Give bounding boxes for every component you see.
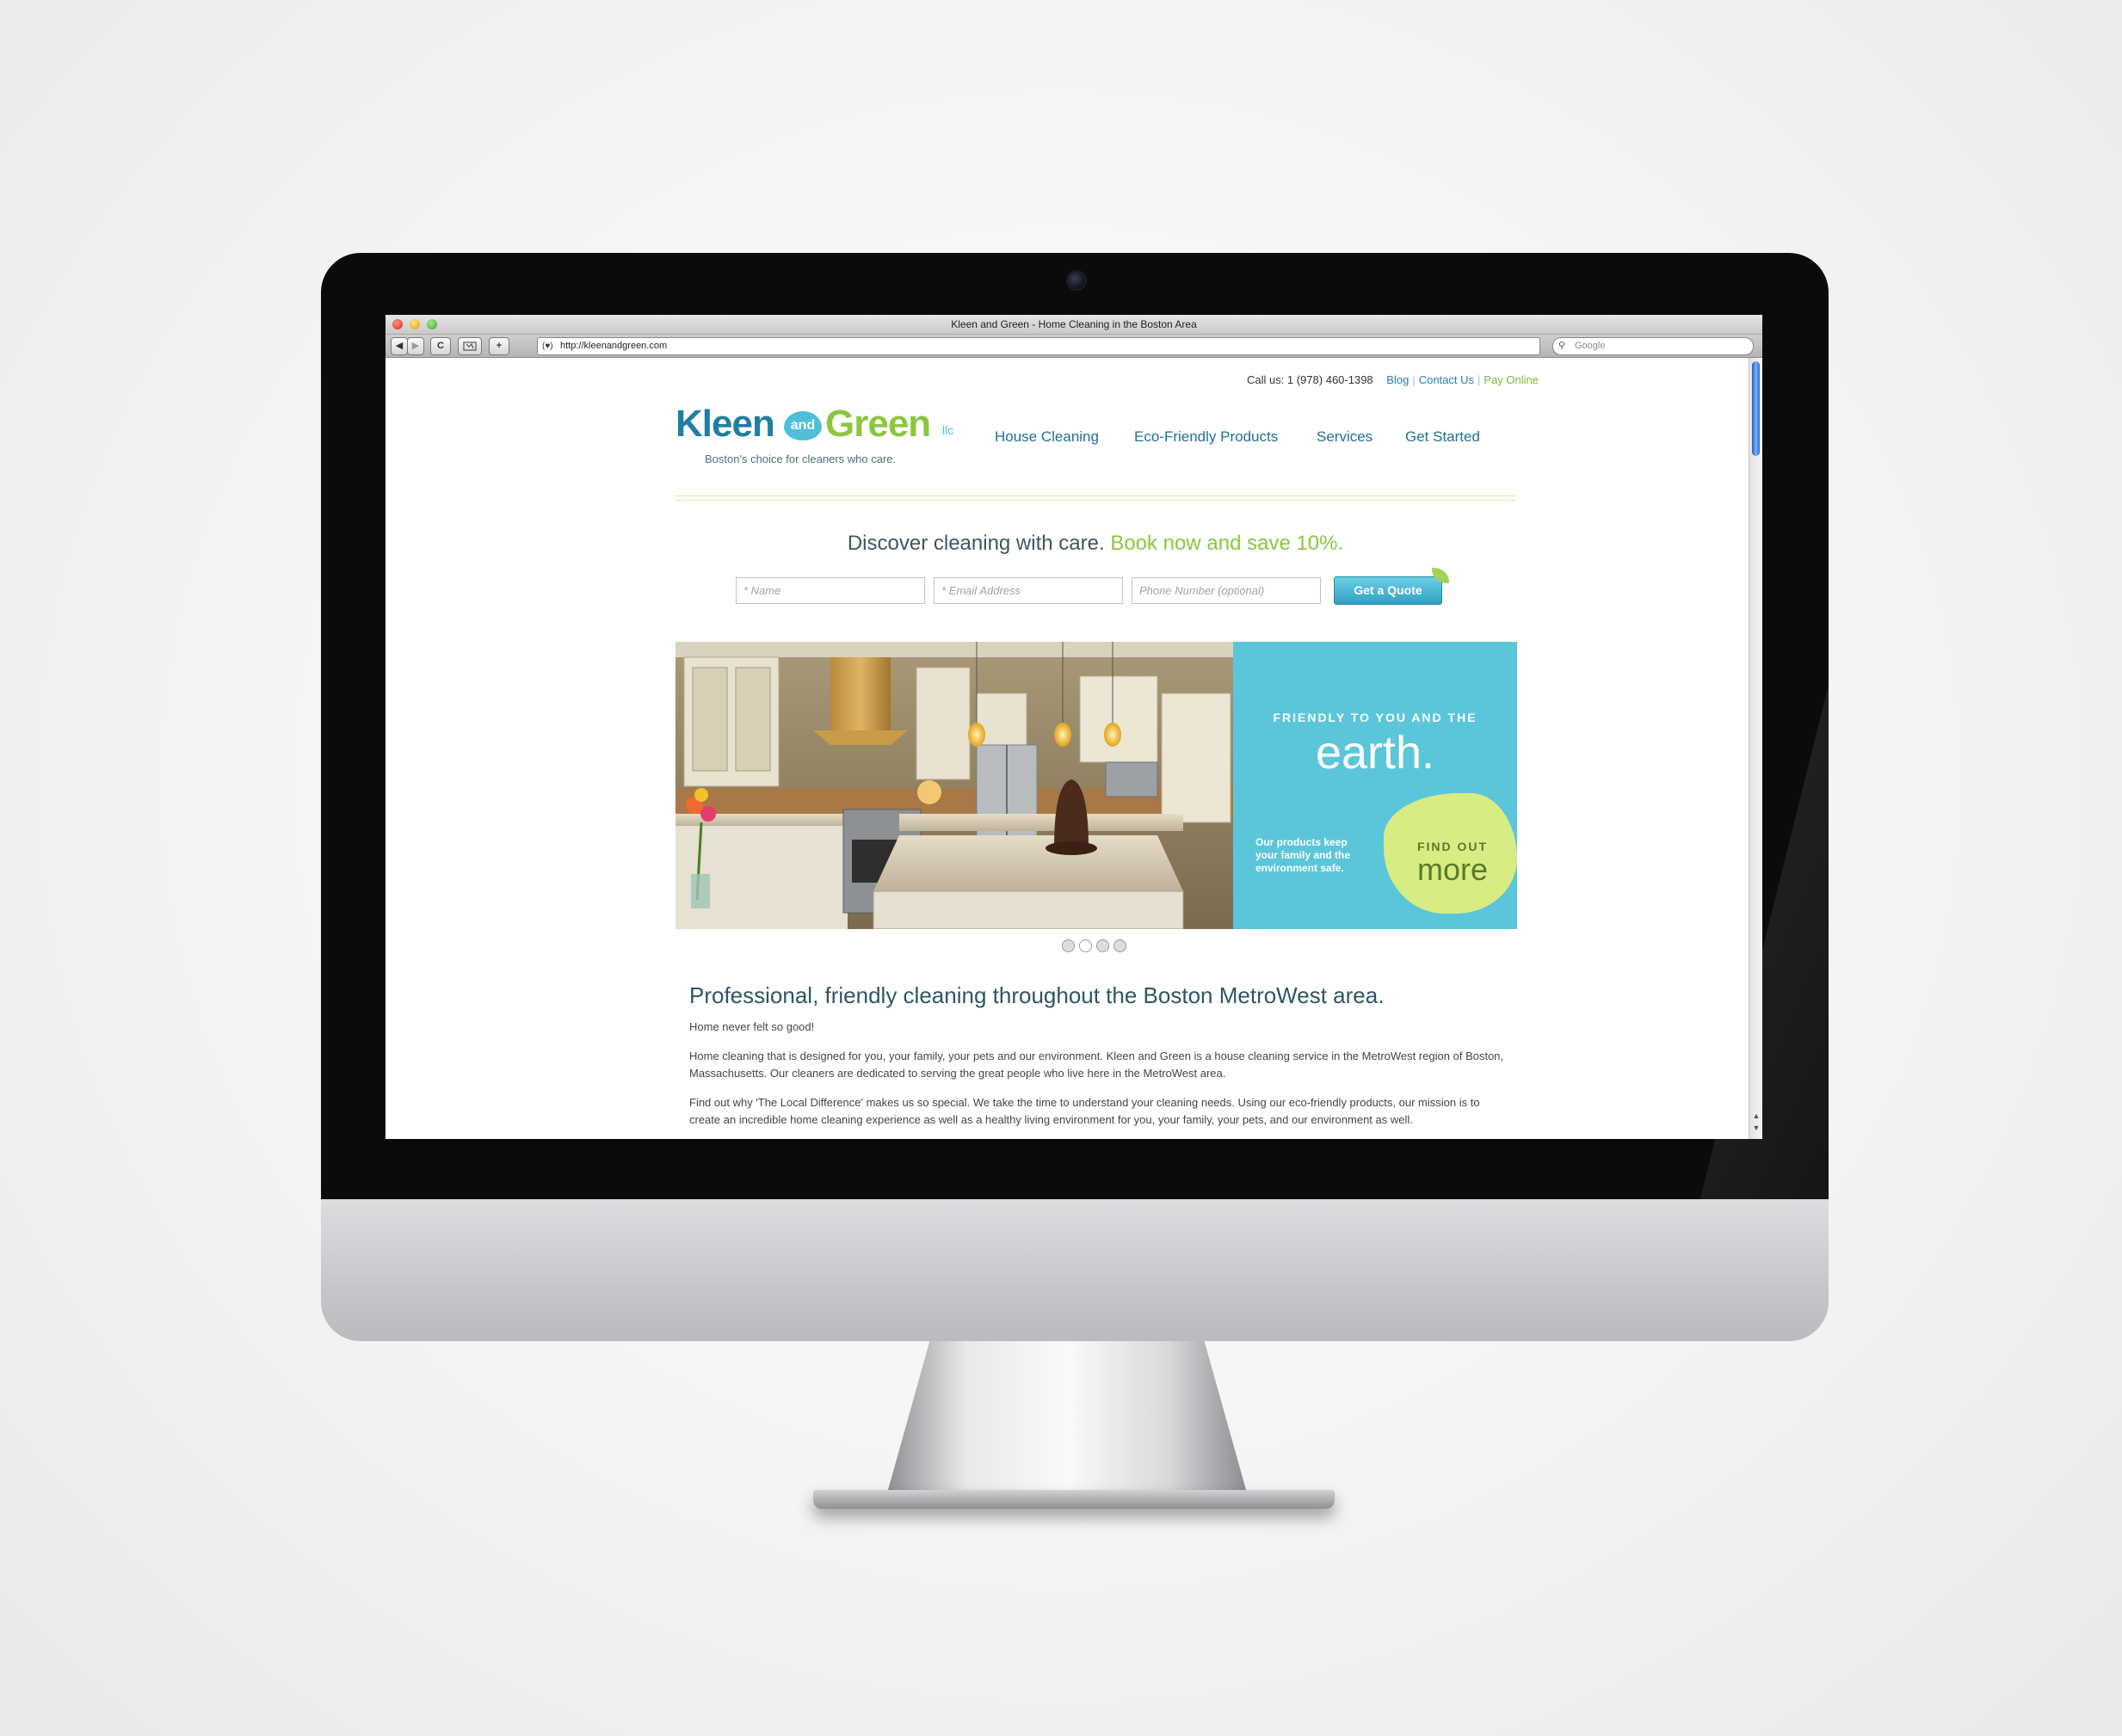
zoom-window-button[interactable] bbox=[427, 319, 437, 329]
monitor-stand bbox=[886, 1341, 1248, 1496]
hero-body-text: Our products keep your family and the en… bbox=[1255, 836, 1351, 874]
pay-online-link[interactable]: Pay Online bbox=[1484, 373, 1539, 386]
address-bar[interactable]: (♥) http://kleenandgreen.com bbox=[537, 337, 1540, 355]
bookmarks-button[interactable] bbox=[458, 337, 482, 355]
contact-us-link[interactable]: Contact Us bbox=[1419, 373, 1474, 386]
add-bookmark-button[interactable]: + bbox=[489, 337, 509, 355]
name-placeholder: * Name bbox=[743, 584, 781, 597]
url-text: http://kleenandgreen.com bbox=[560, 341, 668, 351]
reload-button[interactable]: C bbox=[430, 337, 451, 355]
call-us-text: Call us: 1 (978) 460-1398 bbox=[1246, 373, 1373, 386]
email-placeholder: * Email Address bbox=[941, 584, 1021, 597]
logo-tagline: Boston's choice for cleaners who care. bbox=[705, 452, 897, 465]
nav-house-cleaning[interactable]: House Cleaning bbox=[995, 428, 1099, 446]
monitor-foot bbox=[813, 1490, 1335, 1509]
search-icon: ⚲ bbox=[1558, 341, 1566, 351]
hero-panel: FRIENDLY TO YOU AND THE earth. Our produ… bbox=[1233, 642, 1517, 929]
hero-slider[interactable]: FRIENDLY TO YOU AND THE earth. Our produ… bbox=[675, 642, 1517, 929]
logo-and: and bbox=[790, 418, 816, 433]
slide-dot-active[interactable] bbox=[1079, 939, 1092, 952]
site-icon: (♥) bbox=[542, 342, 553, 351]
scroll-down-arrow-icon[interactable]: ▼ bbox=[1751, 1123, 1761, 1132]
browser-toolbar: ◀ ▶ C + (♥) http://kleenandgreen.com ⚲ G… bbox=[386, 335, 1762, 358]
slide-dot[interactable] bbox=[1096, 939, 1109, 952]
utility-links: Call us: 1 (978) 460-1398 Blog | Contact U… bbox=[1160, 373, 1539, 386]
hero-kicker: FRIENDLY TO YOU AND THE bbox=[1273, 711, 1477, 724]
cta-large-text: more bbox=[1416, 852, 1489, 887]
logo-green: Green bbox=[825, 403, 931, 445]
get-quote-button[interactable]: Get a Quote bbox=[1334, 576, 1442, 605]
back-button[interactable]: ◀ bbox=[391, 337, 408, 355]
web-page: Call us: 1 (978) 460-1398 Blog | Contact U… bbox=[386, 358, 1749, 1139]
hero-headline: earth. bbox=[1315, 727, 1435, 779]
close-window-button[interactable] bbox=[392, 319, 403, 329]
slide-dot[interactable] bbox=[1062, 939, 1075, 952]
nav-services[interactable]: Services bbox=[1317, 428, 1373, 446]
forward-button[interactable]: ▶ bbox=[407, 337, 424, 355]
phone-input[interactable]: Phone Number (optional) bbox=[1132, 577, 1321, 604]
scroll-thumb[interactable] bbox=[1752, 361, 1760, 456]
paragraph: Home cleaning that is designed for you, … bbox=[689, 1050, 1504, 1080]
promo-headline: Discover cleaning with care. Book now an… bbox=[675, 532, 1516, 556]
kitchen-photo bbox=[675, 642, 1233, 929]
phone-placeholder: Phone Number (optional) bbox=[1139, 584, 1265, 597]
section-heading: Professional, friendly cleaning througho… bbox=[689, 982, 1385, 1008]
slide-dot[interactable] bbox=[1113, 939, 1126, 952]
promo-offer-text: Book now and save 10%. bbox=[1110, 532, 1344, 555]
blog-link[interactable]: Blog bbox=[1386, 373, 1409, 386]
browser-search-field[interactable]: ⚲ Google bbox=[1552, 337, 1754, 355]
link-separator: | bbox=[1412, 373, 1416, 386]
link-separator: | bbox=[1477, 373, 1481, 386]
promo-headline-text: Discover cleaning with care. bbox=[847, 532, 1105, 555]
minimize-window-button[interactable] bbox=[410, 319, 420, 329]
logo-llc: llc bbox=[942, 423, 954, 437]
search-placeholder: Google bbox=[1575, 341, 1606, 351]
window-titlebar: Kleen and Green - Home Cleaning in the B… bbox=[386, 315, 1762, 335]
window-title: Kleen and Green - Home Cleaning in the B… bbox=[951, 318, 1197, 330]
paragraph: Find out why 'The Local Difference' make… bbox=[689, 1096, 1480, 1126]
webcam bbox=[1066, 270, 1087, 291]
paragraph: Home never felt so good! bbox=[689, 1020, 815, 1033]
nav-get-started[interactable]: Get Started bbox=[1405, 428, 1480, 446]
email-input[interactable]: * Email Address bbox=[934, 577, 1123, 604]
logo-kleen: Kleen bbox=[675, 403, 775, 445]
page-scrollbar[interactable]: ▲ ▼ bbox=[1749, 358, 1762, 1139]
nav-eco-friendly-products[interactable]: Eco-Friendly Products bbox=[1134, 428, 1278, 446]
site-logo[interactable]: Kleen and Green llc Boston's choice for … bbox=[675, 403, 968, 465]
header-divider bbox=[675, 496, 1516, 501]
bookmarks-icon bbox=[463, 342, 477, 351]
name-input[interactable]: * Name bbox=[736, 577, 925, 604]
scroll-up-arrow-icon[interactable]: ▲ bbox=[1751, 1111, 1761, 1120]
monitor-chin bbox=[321, 1199, 1829, 1341]
screen: Kleen and Green - Home Cleaning in the B… bbox=[386, 315, 1762, 1139]
